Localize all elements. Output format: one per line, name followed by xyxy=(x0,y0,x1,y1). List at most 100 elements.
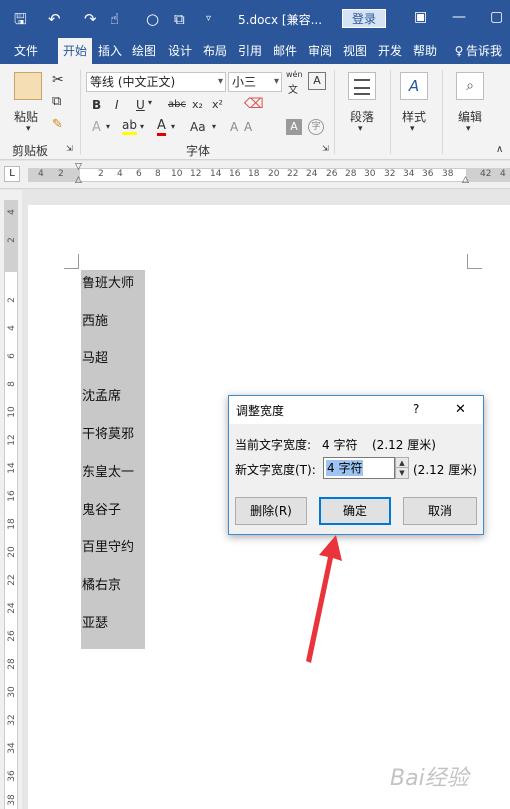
minimize-icon[interactable]: — xyxy=(452,9,466,25)
document-line[interactable]: 百里守约 xyxy=(82,536,134,555)
document-line[interactable]: 东皇太一 xyxy=(82,461,134,480)
clear-format-icon[interactable]: ⌫ xyxy=(244,96,264,112)
shrink-font-icon[interactable]: A xyxy=(244,120,252,134)
ribbon-divider xyxy=(334,70,335,154)
format-painter-icon[interactable]: ✎ xyxy=(52,117,63,132)
hanging-indent-marker[interactable]: △ xyxy=(75,175,82,185)
document-line[interactable]: 马超 xyxy=(82,347,108,366)
superscript-button[interactable]: x² xyxy=(212,98,223,111)
chevron-down-icon: ▾ xyxy=(273,76,279,87)
document-line[interactable]: 亚瑟 xyxy=(82,612,108,631)
phonetic-guide-button[interactable]: wén xyxy=(286,70,303,79)
ruler-number: 16 xyxy=(7,490,17,502)
char-shading-icon[interactable]: A xyxy=(286,119,302,135)
maximize-icon[interactable]: ▢ xyxy=(490,9,503,25)
font-size-combo[interactable]: 小三 ▾ xyxy=(228,72,282,92)
highlight-icon[interactable]: ab xyxy=(122,118,137,135)
tab-references[interactable]: 引用 xyxy=(234,38,266,64)
new-width-input[interactable]: 4 字符 xyxy=(323,457,395,479)
tab-layout[interactable]: 布局 xyxy=(199,38,231,64)
change-case-button[interactable]: Aa xyxy=(190,120,206,134)
document-line[interactable]: 沈孟席 xyxy=(82,385,121,404)
cut-icon[interactable]: ✂ xyxy=(52,72,64,88)
login-button[interactable]: 登录 xyxy=(342,9,386,28)
spin-down-icon[interactable]: ▼ xyxy=(396,468,408,478)
highlight-dropdown-icon[interactable]: ▾ xyxy=(140,122,144,131)
tab-review[interactable]: 审阅 xyxy=(304,38,336,64)
change-case-dropdown-icon[interactable]: ▾ xyxy=(212,122,216,131)
help-button[interactable]: ? xyxy=(413,402,419,416)
cancel-button[interactable]: 取消 xyxy=(403,497,477,525)
width-stepper[interactable]: ▲ ▼ xyxy=(395,457,409,479)
horizontal-ruler[interactable]: 4 2 2 4 6 8 10 12 14 16 18 20 22 24 26 2… xyxy=(0,161,510,189)
underline-button[interactable]: U xyxy=(136,98,145,112)
tab-tell-me[interactable]: 告诉我 xyxy=(466,38,510,64)
paragraph-icon[interactable] xyxy=(348,72,376,100)
vertical-ruler[interactable]: 4 2 2 4 6 8 10 12 14 16 18 20 22 24 26 2… xyxy=(0,190,22,809)
delete-button[interactable]: 删除(R) xyxy=(235,497,307,525)
clipboard-launcher-icon[interactable]: ⇲ xyxy=(66,144,73,153)
document-line[interactable]: 干将莫邪 xyxy=(82,423,134,442)
collapse-ribbon-icon[interactable]: ∧ xyxy=(496,144,503,155)
tab-draw[interactable]: 绘图 xyxy=(128,38,160,64)
touch-mode-icon[interactable]: ☝ xyxy=(110,11,119,27)
ok-button[interactable]: 确定 xyxy=(319,497,391,525)
close-icon[interactable]: ✕ xyxy=(455,402,466,417)
tab-view[interactable]: 视图 xyxy=(339,38,371,64)
strikethrough-button[interactable]: abc xyxy=(168,99,186,110)
ribbon-display-icon[interactable]: ▣ xyxy=(414,9,427,25)
styles-button-label[interactable]: 样式 xyxy=(402,108,426,125)
tab-selector[interactable]: L xyxy=(4,166,20,182)
adjust-width-dialog: 调整宽度 ? ✕ 当前文字宽度: 4 字符 (2.12 厘米) 新文字宽度(T)… xyxy=(228,395,484,535)
customize-qat-icon[interactable]: ▿ xyxy=(206,11,211,27)
right-indent-marker[interactable]: △ xyxy=(462,175,469,185)
enclose-char-button[interactable]: 字 xyxy=(308,119,324,135)
tab-design[interactable]: 设计 xyxy=(164,38,196,64)
paste-icon[interactable] xyxy=(14,72,42,100)
crop-mark xyxy=(467,254,482,269)
font-launcher-icon[interactable]: ⇲ xyxy=(322,144,329,153)
paragraph-button-label[interactable]: 段落 xyxy=(350,108,374,125)
text-effects-icon[interactable]: A xyxy=(92,120,101,135)
bold-button[interactable]: B xyxy=(92,98,101,112)
char-border-icon[interactable]: A xyxy=(308,72,326,90)
text-effects-dropdown-icon[interactable]: ▾ xyxy=(106,122,110,131)
document-line[interactable]: 西施 xyxy=(82,310,108,329)
paste-dropdown-icon[interactable]: ▾ xyxy=(26,124,31,134)
lightbulb-icon[interactable]: ♀ xyxy=(452,38,466,64)
tab-mailings[interactable]: 邮件 xyxy=(269,38,301,64)
subscript-button[interactable]: x₂ xyxy=(192,98,203,111)
find-icon[interactable]: ⌕ xyxy=(456,72,484,100)
tab-insert[interactable]: 插入 xyxy=(94,38,126,64)
save-icon[interactable]: 🖫 xyxy=(14,11,27,27)
paste-button-label[interactable]: 粘贴 xyxy=(14,108,38,125)
tab-help[interactable]: 帮助 xyxy=(409,38,441,64)
font-color-button[interactable]: A xyxy=(157,118,166,136)
new-width-value: 4 字符 xyxy=(326,460,364,476)
font-color-dropdown-icon[interactable]: ▾ xyxy=(171,122,175,131)
italic-button[interactable]: I xyxy=(115,98,119,112)
tab-file[interactable]: 文件 xyxy=(6,38,46,64)
current-width-cm: (2.12 厘米) xyxy=(372,438,436,452)
redo-icon[interactable]: ↷ xyxy=(84,11,97,27)
tab-home[interactable]: 开始 xyxy=(58,38,92,64)
undo-icon[interactable]: ↶ xyxy=(48,11,61,27)
grow-font-icon[interactable]: A xyxy=(230,120,238,134)
document-line[interactable]: 鲁班大师 xyxy=(82,272,134,291)
document-line[interactable]: 橘右京 xyxy=(82,574,121,593)
editing-button-label[interactable]: 编辑 xyxy=(458,108,482,125)
first-line-indent-marker[interactable]: ▽ xyxy=(75,162,82,172)
styles-dropdown-icon[interactable]: ▾ xyxy=(410,124,415,134)
circle-icon[interactable]: ○ xyxy=(146,11,159,27)
paragraph-dropdown-icon[interactable]: ▾ xyxy=(358,124,363,134)
spin-up-icon[interactable]: ▲ xyxy=(396,458,408,468)
underline-dropdown-icon[interactable]: ▾ xyxy=(148,98,152,107)
font-name-combo[interactable]: 等线 (中文正文) ▾ xyxy=(86,72,226,92)
editing-dropdown-icon[interactable]: ▾ xyxy=(466,124,471,134)
ruler-number: 14 xyxy=(210,169,222,179)
copy-icon[interactable]: ⧉ xyxy=(52,94,61,109)
styles-icon[interactable]: A xyxy=(400,72,428,100)
new-doc-icon[interactable]: ⧉ xyxy=(174,11,185,27)
document-line[interactable]: 鬼谷子 xyxy=(82,499,121,518)
tab-developer[interactable]: 开发 xyxy=(374,38,406,64)
